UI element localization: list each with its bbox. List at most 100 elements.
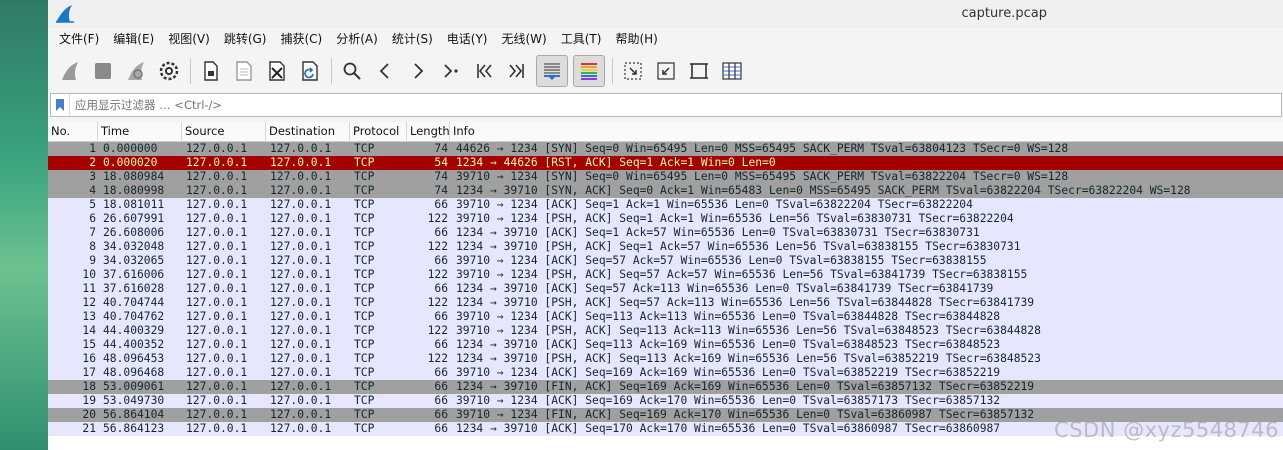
packet-row[interactable]: 11 37.616028 127.0.0.1 127.0.0.1 TCP 66 1234 →… (48, 282, 1283, 296)
packet-length-cell: 66 (434, 310, 448, 323)
menu-capture[interactable]: 捕获(C) (273, 28, 329, 51)
packet-info-cell: 1234 → 39710 [FIN, ACK] Seq=169 Ack=169 … (456, 380, 1035, 393)
packet-destination-cell: 127.0.0.1 (270, 324, 332, 337)
packet-row[interactable]: 14 44.400329 127.0.0.1 127.0.0.1 TCP 122 39710… (48, 324, 1283, 338)
reload-file-icon[interactable] (296, 57, 324, 85)
column-header-protocol[interactable]: Protocol (350, 122, 407, 141)
go-forward-chevron-icon[interactable] (404, 57, 432, 85)
packet-number-cell: 7 (89, 226, 96, 239)
menu-telephony[interactable]: 电话(Y) (440, 28, 495, 51)
packet-source-cell: 127.0.0.1 (186, 156, 248, 169)
packet-protocol-cell: TCP (354, 338, 375, 351)
find-packet-magnifier-icon[interactable] (338, 57, 366, 85)
restart-capture-fin-icon[interactable] (122, 57, 150, 85)
packet-length-cell: 74 (434, 142, 448, 155)
column-header-info[interactable]: Info (450, 122, 1283, 141)
normal-size-icon[interactable] (685, 57, 713, 85)
menu-view[interactable]: 视图(V) (161, 28, 217, 51)
menu-statistics[interactable]: 统计(S) (385, 28, 440, 51)
packet-number-cell: 10 (82, 268, 96, 281)
packet-time-cell: 18.080998 (103, 184, 165, 197)
packet-row[interactable]: 3 18.080984 127.0.0.1 127.0.0.1 TCP 74 39710 →… (48, 170, 1283, 184)
packet-row[interactable]: 7 26.608006 127.0.0.1 127.0.0.1 TCP 66 1234 → … (48, 226, 1283, 240)
packet-row[interactable]: 15 44.400352 127.0.0.1 127.0.0.1 TCP 66 1234 →… (48, 338, 1283, 352)
packet-destination-cell: 127.0.0.1 (270, 310, 332, 323)
go-back-chevron-icon[interactable] (371, 57, 399, 85)
menu-wireless[interactable]: 无线(W) (495, 28, 554, 51)
menu-file[interactable]: 文件(F) (52, 28, 106, 51)
packet-row[interactable]: 6 26.607991 127.0.0.1 127.0.0.1 TCP 122 39710 … (48, 212, 1283, 226)
packet-source-cell: 127.0.0.1 (186, 366, 248, 379)
packet-row[interactable]: 2 0.000020 127.0.0.1 127.0.0.1 TCP 54 1234 → 4… (48, 156, 1283, 170)
packet-time-cell: 34.032065 (103, 254, 165, 267)
menu-help[interactable]: 帮助(H) (608, 28, 664, 51)
packet-protocol-cell: TCP (354, 198, 375, 211)
packet-row[interactable]: 13 40.704762 127.0.0.1 127.0.0.1 TCP 66 39710 … (48, 310, 1283, 324)
menu-edit[interactable]: 编辑(E) (106, 28, 161, 51)
stop-capture-square-icon[interactable] (89, 57, 117, 85)
packet-length-cell: 54 (434, 156, 448, 169)
packet-protocol-cell: TCP (354, 324, 375, 337)
packet-row[interactable]: 1 0.000000 127.0.0.1 127.0.0.1 TCP 74 44626 → … (48, 142, 1283, 156)
packet-number-cell: 6 (89, 212, 96, 225)
packet-destination-cell: 127.0.0.1 (270, 422, 332, 435)
packet-destination-cell: 127.0.0.1 (270, 366, 332, 379)
zoom-in-icon[interactable] (619, 57, 647, 85)
column-header-destination[interactable]: Destination (266, 122, 350, 141)
packet-info-cell: 39710 → 1234 [ACK] Seq=57 Ack=57 Win=655… (456, 254, 987, 267)
packet-number-cell: 13 (82, 310, 96, 323)
packet-number-cell: 16 (82, 352, 96, 365)
packet-row[interactable]: 8 34.032048 127.0.0.1 127.0.0.1 TCP 122 1234 →… (48, 240, 1283, 254)
packet-length-cell: 66 (434, 338, 448, 351)
packet-info-cell: 1234 → 39710 [ACK] Seq=113 Ack=169 Win=6… (456, 338, 1001, 351)
close-file-icon[interactable] (263, 57, 291, 85)
packet-source-cell: 127.0.0.1 (186, 198, 248, 211)
packet-protocol-cell: TCP (354, 170, 375, 183)
packet-row[interactable]: 16 48.096453 127.0.0.1 127.0.0.1 TCP 122 1234 … (48, 352, 1283, 366)
packet-destination-cell: 127.0.0.1 (270, 156, 332, 169)
packet-row[interactable]: 9 34.032065 127.0.0.1 127.0.0.1 TCP 66 39710 →… (48, 254, 1283, 268)
go-to-packet-icon[interactable] (437, 57, 465, 85)
packet-row[interactable]: 17 48.096468 127.0.0.1 127.0.0.1 TCP 66 39710 … (48, 366, 1283, 380)
packet-info-cell: 1234 → 39710 [PSH, ACK] Seq=1 Ack=57 Win… (456, 240, 1021, 253)
packet-protocol-cell: TCP (354, 184, 375, 197)
go-first-packet-icon[interactable] (470, 57, 498, 85)
packet-row[interactable]: 4 18.080998 127.0.0.1 127.0.0.1 TCP 74 1234 → … (48, 184, 1283, 198)
column-header-time[interactable]: Time (98, 122, 182, 141)
packet-time-cell: 26.607991 (103, 212, 165, 225)
zoom-out-icon[interactable] (652, 57, 680, 85)
packet-row[interactable]: 10 37.616006 127.0.0.1 127.0.0.1 TCP 122 39710… (48, 268, 1283, 282)
packet-length-cell: 66 (434, 366, 448, 379)
go-last-packet-icon[interactable] (503, 57, 531, 85)
column-header-length[interactable]: Length (407, 122, 450, 141)
capture-options-gear-icon[interactable] (155, 57, 183, 85)
packet-protocol-cell: TCP (354, 156, 375, 169)
menu-tools[interactable]: 工具(T) (554, 28, 609, 51)
menu-analyze[interactable]: 分析(A) (329, 28, 385, 51)
packet-info-cell: 1234 → 39710 [PSH, ACK] Seq=57 Ack=113 W… (456, 296, 1035, 309)
packet-number-cell: 8 (89, 240, 96, 253)
title-bar: capture.pcap (48, 0, 1283, 28)
packet-length-cell: 66 (434, 380, 448, 393)
packet-row[interactable]: 19 53.049730 127.0.0.1 127.0.0.1 TCP 66 39710 … (48, 394, 1283, 408)
packet-time-cell: 26.608006 (103, 226, 165, 239)
column-header-no[interactable]: No. (48, 122, 98, 141)
colorize-icon[interactable] (573, 55, 605, 87)
menu-go[interactable]: 跳转(G) (217, 28, 274, 51)
save-file-icon[interactable] (230, 57, 258, 85)
open-file-icon[interactable] (197, 57, 225, 85)
column-header-source[interactable]: Source (182, 122, 266, 141)
bookmark-icon[interactable] (51, 94, 70, 116)
display-filter-input[interactable] (70, 95, 1281, 115)
autoscroll-icon[interactable] (536, 55, 568, 87)
packet-info-cell: 39710 → 1234 [PSH, ACK] Seq=1 Ack=1 Win=… (456, 212, 1014, 225)
packet-length-cell: 66 (434, 254, 448, 267)
packet-row[interactable]: 5 18.081011 127.0.0.1 127.0.0.1 TCP 66 39710 →… (48, 198, 1283, 212)
packet-row[interactable]: 12 40.704744 127.0.0.1 127.0.0.1 TCP 122 1234 … (48, 296, 1283, 310)
packet-source-cell: 127.0.0.1 (186, 240, 248, 253)
packet-destination-cell: 127.0.0.1 (270, 268, 332, 281)
resize-columns-icon[interactable] (718, 57, 746, 85)
packet-row[interactable]: 18 53.009061 127.0.0.1 127.0.0.1 TCP 66 1234 →… (48, 380, 1283, 394)
packet-length-cell: 74 (434, 184, 448, 197)
start-capture-fin-icon[interactable] (56, 57, 84, 85)
